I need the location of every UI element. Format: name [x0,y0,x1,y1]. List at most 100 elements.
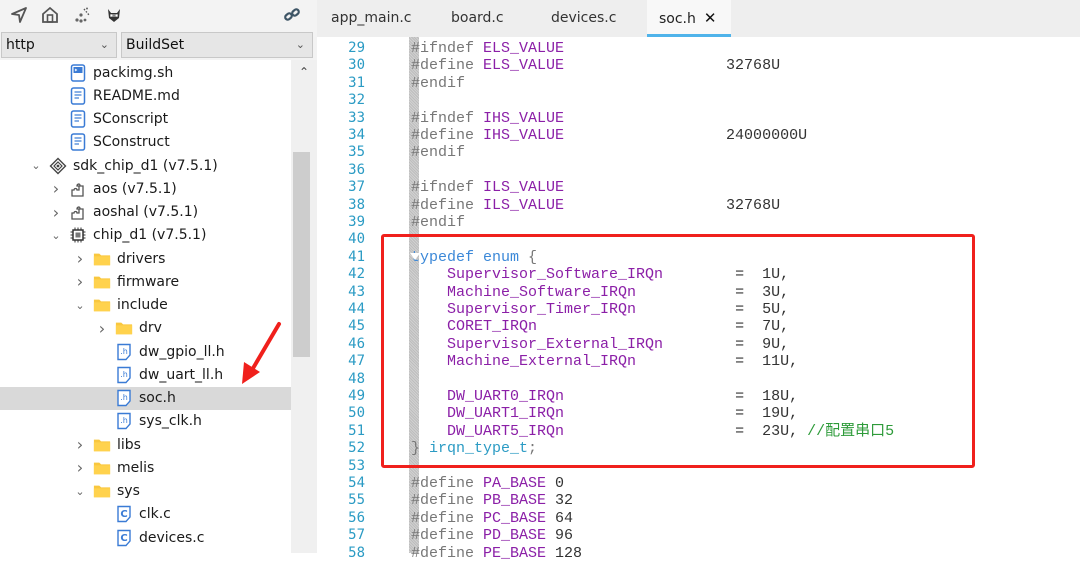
code-token: #define [411,127,484,144]
tree-item[interactable]: › libs [0,433,291,456]
tree-item-label: aos (v7.5.1) [93,180,177,197]
shell-script-icon [69,63,87,82]
svg-text:.h: .h [120,347,128,356]
chevron-right-icon[interactable]: › [74,272,86,291]
tree-item[interactable]: › aos (v7.5.1) [0,177,291,200]
code-line[interactable]: #define PD_BASE 96 [411,527,573,544]
code-token: #ifndef [411,179,484,197]
code-line[interactable]: #define ELS_VALUE 32768U [411,57,780,74]
chevron-right-icon[interactable]: › [96,319,108,338]
code-line[interactable]: #endif [411,144,465,161]
tree-item[interactable]: ⌄ sdk_chip_d1 (v7.5.1) [0,154,291,177]
editor-tabs: app_main.c board.c devices.c soc.h ✕ [317,0,1080,37]
magic-wand-icon[interactable] [72,5,92,25]
code-line[interactable]: #endif [411,75,465,92]
chevron-down-icon[interactable]: ⌄ [74,485,86,498]
chevron-right-icon[interactable]: › [74,458,86,477]
tree-item[interactable]: .h sys_clk.h [0,410,291,433]
tab-label: app_main.c [331,10,412,26]
tree-item-label: clk.c [139,506,171,523]
chevron-up-icon[interactable]: ⌃ [291,60,317,84]
line-number: 39 [348,214,365,230]
home-icon[interactable] [40,5,60,25]
code-line[interactable]: #ifndef ELS_VALUE [411,40,564,57]
chevron-down-icon[interactable]: ⌄ [30,159,42,172]
chevron-right-icon[interactable]: › [50,203,62,222]
code-token: #endif [411,74,466,92]
line-number: 42 [348,266,365,283]
c-file-icon: C [115,505,133,523]
tree-item[interactable]: › drivers [0,247,291,270]
link-icon[interactable] [282,5,302,25]
component-icon [69,203,87,221]
tree-item[interactable]: ⌄ sys [0,480,291,503]
code-token: #endif [411,144,466,162]
code-token: 32768U [564,57,781,75]
tree-item[interactable]: ⌄ chip_d1 (v7.5.1) [0,224,291,247]
code-line[interactable]: #ifndef ILS_VALUE [411,179,564,196]
line-number: 56 [348,509,365,526]
code-token: 0 [546,475,565,492]
tree-item[interactable]: Cdevices.c [0,526,291,549]
line-number: 58 [348,544,365,561]
code-token: IHS_VALUE [483,109,565,127]
tab-label: devices.c [551,10,617,26]
tree-item[interactable]: packimg.sh [0,61,291,84]
tree-scrollbar[interactable]: ⌃ [291,60,317,553]
package-select[interactable]: http ⌄ [1,32,117,58]
code-line[interactable]: #define PA_BASE 0 [411,475,564,492]
code-line[interactable]: #define PE_BASE 128 [411,545,582,562]
tree-item[interactable]: Cclk.c [0,503,291,526]
code-token: 32768U [564,196,781,214]
tab-app-main-c[interactable]: app_main.c [331,0,411,37]
tree-item-label: devices.c [139,529,205,546]
chevron-right-icon[interactable]: › [50,179,62,198]
raccoon-icon[interactable] [104,5,124,25]
folder-icon [115,319,133,337]
line-number: 40 [348,231,365,248]
chevron-right-icon[interactable]: › [74,435,86,454]
tree-item[interactable]: SConstruct [0,131,291,154]
component-icon [69,180,87,198]
code-token: PC_BASE [483,509,547,527]
line-number: 44 [348,301,365,317]
code-token: #define [411,475,484,492]
code-line[interactable]: #define ILS_VALUE 32768U [411,197,780,214]
close-tab-icon[interactable]: ✕ [704,9,717,27]
tab-board-c[interactable]: board.c [451,0,504,37]
tree-item-label: SConscript [93,111,169,127]
tree-item[interactable]: SConscript [0,108,291,131]
scrollbar-thumb[interactable] [293,152,310,357]
code-token: ELS_VALUE [483,40,565,57]
explorer-panel: http ⌄ BuildSet ⌄ packimg.sh README.md SCo… [0,0,317,553]
code-token: ILS_VALUE [483,179,565,197]
chevron-down-icon[interactable]: ⌄ [74,299,86,312]
tree-item-label: SConstruct [93,134,170,151]
code-line[interactable]: #define PB_BASE 32 [411,492,573,509]
code-line[interactable]: #define PC_BASE 64 [411,510,573,527]
chevron-down-icon[interactable]: ⌄ [50,229,62,242]
tree-item-label: sys_clk.h [139,413,202,430]
code-token: 32 [546,492,574,510]
line-number: 50 [348,405,365,422]
line-number: 31 [348,74,365,91]
code-token: #ifndef [411,40,484,57]
code-line[interactable]: #define IHS_VALUE 24000000U [411,127,807,144]
chip-icon [69,226,87,244]
tree-item[interactable]: › aoshal (v7.5.1) [0,201,291,224]
tree-item-label: soc.h [139,390,176,406]
tree-item[interactable]: › firmware [0,270,291,293]
tree-item-label: dw_uart_ll.h [139,366,224,383]
code-line[interactable]: #ifndef IHS_VALUE [411,110,564,127]
chevron-right-icon[interactable]: › [74,249,86,268]
folder-icon [93,296,111,314]
tree-item[interactable]: README.md [0,84,291,107]
code-token: 96 [546,527,574,545]
tree-item[interactable]: › melis [0,456,291,479]
tab-soc-h[interactable]: soc.h ✕ [647,0,731,37]
build-select[interactable]: BuildSet ⌄ [121,32,313,58]
navigate-icon[interactable] [9,5,29,25]
line-number: 53 [348,457,365,474]
code-line[interactable]: #endif [411,214,465,231]
tab-devices-c[interactable]: devices.c [551,0,616,37]
